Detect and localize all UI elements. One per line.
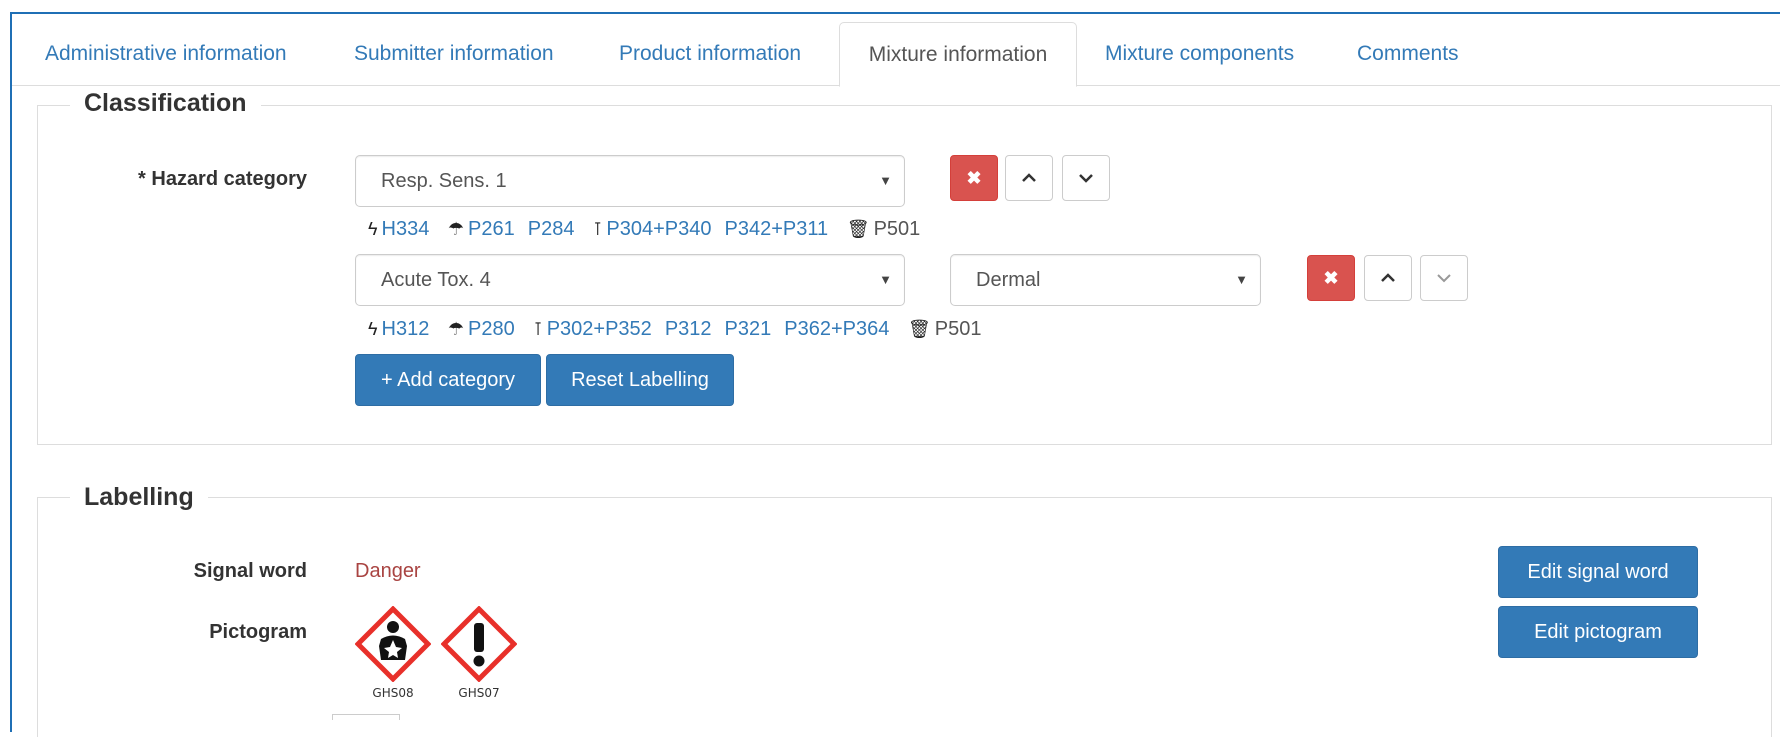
disposal-statement-code: P501 (934, 318, 982, 340)
classification-legend: Classification (70, 89, 261, 118)
hazard-category-select[interactable]: Resp. Sens. 1 ▼ (355, 155, 905, 207)
hazard-category-select[interactable]: Acute Tox. 4 ▼ (355, 254, 905, 306)
move-down-button[interactable] (1062, 155, 1110, 201)
move-up-button[interactable] (1005, 155, 1053, 201)
pictogram-code: GHS08 (372, 686, 414, 700)
exclamation-mark-icon (441, 606, 517, 682)
caret-down-icon: ▼ (879, 272, 892, 287)
umbrella-icon: ☂ (447, 219, 465, 239)
hazard-category-value: Resp. Sens. 1 (381, 170, 507, 192)
reset-labelling-button[interactable]: Reset Labelling (546, 354, 734, 406)
precautionary-statement-link[interactable]: P321 (725, 316, 772, 342)
hazard-category-value: Acute Tox. 4 (381, 269, 491, 291)
chevron-down-icon (1437, 274, 1451, 283)
remove-category-button[interactable]: ✖ (950, 155, 998, 201)
tab-product-information[interactable]: Product information (619, 22, 801, 85)
tab-comments[interactable]: Comments (1357, 22, 1459, 85)
chevron-up-icon (1381, 272, 1395, 282)
x-icon: ✖ (966, 168, 982, 188)
hazard-statement-link[interactable]: H312 (382, 316, 430, 342)
precautionary-statement-link[interactable]: P362+P364 (784, 316, 889, 342)
precautionary-statement-link[interactable]: P304+P340 (606, 216, 711, 242)
chevron-down-icon (1079, 173, 1093, 183)
disposal-statement-code: P501 (873, 218, 921, 240)
precautionary-statement-link[interactable]: P280 (468, 316, 515, 342)
move-down-button[interactable] (1420, 255, 1468, 301)
umbrella-icon: ☂ (447, 319, 465, 339)
fire-extinguisher-icon: ⊺ (533, 319, 543, 339)
signal-word-value: Danger (355, 560, 421, 582)
fire-extinguisher-icon: ⊺ (593, 219, 603, 239)
pictogram-label: Pictogram (209, 621, 307, 643)
precautionary-statement-link[interactable]: P284 (528, 216, 575, 242)
caret-down-icon: ▼ (1235, 272, 1248, 287)
tab-mixture-information[interactable]: Mixture information (839, 22, 1077, 87)
precautionary-statement-link[interactable]: P342+P311 (725, 216, 829, 242)
tab-submitter-information[interactable]: Submitter information (354, 22, 554, 85)
pictogram-code: GHS07 (458, 686, 500, 700)
bolt-icon: ϟ (368, 319, 378, 339)
trash-icon: 🗑 (846, 219, 870, 239)
precautionary-statement-link[interactable]: P302+P352 (547, 316, 652, 342)
statement-codes-row-1: ϟ H334 ☂ P261 P284 ⊺ P304+P340 P342+P311 🗑 P50… (368, 216, 920, 242)
signal-word-label: Signal word (193, 560, 307, 582)
statement-codes-row-2: ϟ H312 ☂ P280 ⊺ P302+P352 P312 P321 P362+P364 … (368, 316, 982, 342)
hazard-category-label: * Hazard category (138, 168, 307, 190)
edit-pictogram-button[interactable]: Edit pictogram (1498, 606, 1698, 658)
trash-icon: 🗑 (907, 319, 931, 339)
add-category-button[interactable]: + Add category (355, 354, 541, 406)
exposure-route-value: Dermal (976, 269, 1041, 291)
bolt-icon: ϟ (368, 219, 378, 239)
tab-mixture-components[interactable]: Mixture components (1105, 22, 1294, 85)
labelling-legend: Labelling (70, 483, 208, 512)
partially-visible-element (332, 714, 400, 720)
remove-category-button[interactable]: ✖ (1307, 255, 1355, 301)
move-up-button[interactable] (1364, 255, 1412, 301)
x-icon: ✖ (1323, 268, 1339, 288)
health-hazard-icon (355, 606, 431, 682)
chevron-up-icon (1022, 172, 1036, 182)
tab-bar: Administrative information Submitter inf… (12, 22, 1780, 87)
tab-administrative-information[interactable]: Administrative information (45, 22, 287, 85)
caret-down-icon: ▼ (879, 173, 892, 188)
edit-signal-word-button[interactable]: Edit signal word (1498, 546, 1698, 598)
precautionary-statement-link[interactable]: P312 (665, 316, 712, 342)
exposure-route-select[interactable]: Dermal ▼ (950, 254, 1261, 306)
precautionary-statement-link[interactable]: P261 (468, 216, 515, 242)
hazard-statement-link[interactable]: H334 (382, 216, 430, 242)
